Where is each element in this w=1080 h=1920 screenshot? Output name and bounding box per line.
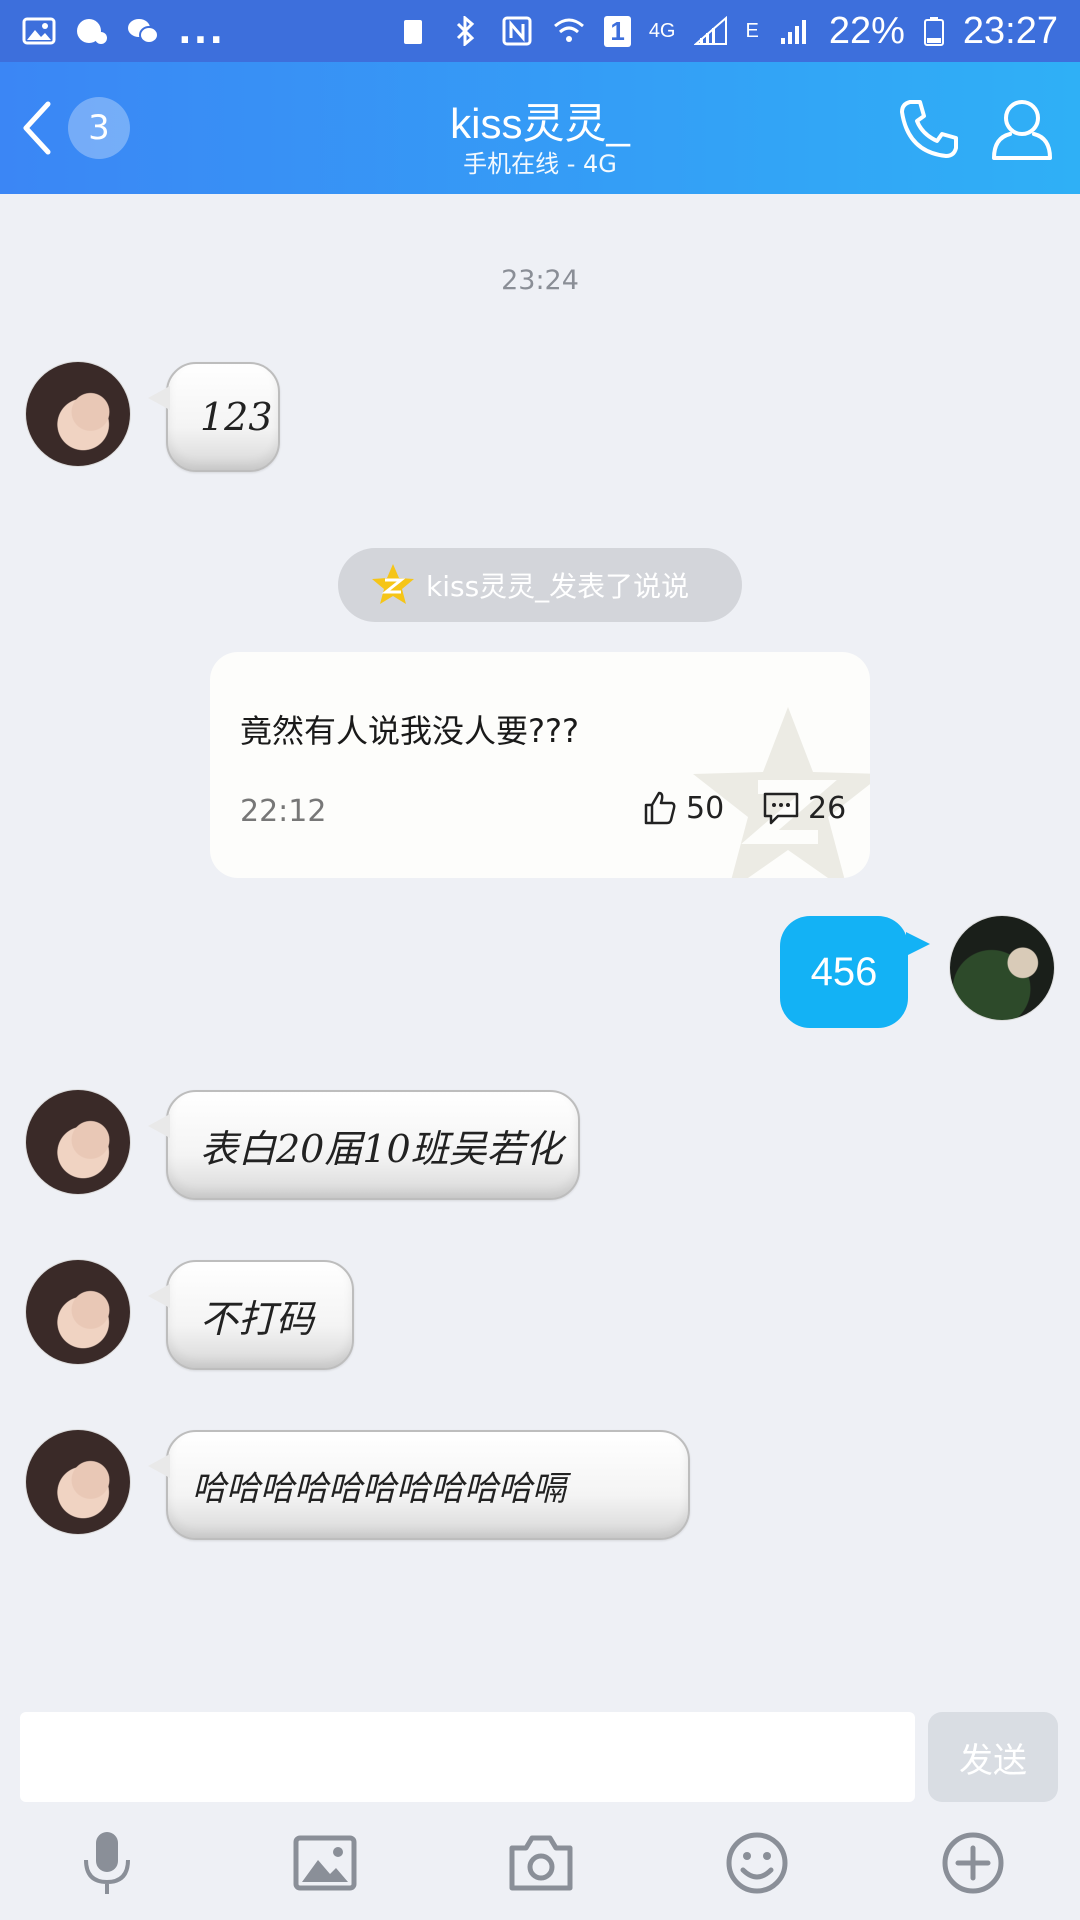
contact-avatar[interactable] (26, 362, 130, 466)
message-text: 456 (810, 949, 878, 994)
more-notifications: ... (178, 10, 226, 52)
camera-icon[interactable] (508, 1830, 574, 1896)
comment-count: 26 (808, 790, 847, 826)
wechat-notification-icon (128, 19, 159, 44)
send-button[interactable]: 发送 (928, 1712, 1058, 1802)
signal-icon (693, 16, 727, 45)
my-avatar[interactable] (950, 916, 1054, 1020)
phone-call-icon[interactable] (896, 96, 962, 162)
message-text: 表白20届10班吴若化 (200, 1126, 563, 1171)
plus-icon[interactable] (940, 1830, 1006, 1896)
post-time: 22:12 (240, 794, 327, 829)
incoming-message-bubble[interactable]: 哈哈哈哈哈哈哈哈哈哈嗝 (148, 1430, 690, 1540)
input-toolbar (0, 1830, 1080, 1910)
wifi-icon (554, 18, 585, 42)
like-button[interactable]: 50 (642, 790, 724, 826)
message-input[interactable] (20, 1712, 915, 1802)
contact-avatar[interactable] (26, 1090, 130, 1194)
outgoing-message-bubble[interactable]: 456 (780, 916, 930, 1028)
contact-avatar[interactable] (26, 1430, 130, 1534)
incoming-message-bubble[interactable]: 不打码 (148, 1260, 354, 1370)
battery-percent: 22% (828, 9, 905, 52)
status-bar: ... 1 4G E 22% 23:27 (0, 0, 1080, 62)
profile-icon[interactable] (988, 94, 1056, 164)
sim-badge: 1 (604, 15, 631, 47)
notice-text: kiss灵灵_发表了说说 (426, 570, 690, 603)
message-text: 不打码 (200, 1296, 315, 1341)
chat-header: 3 kiss灵灵_ 手机在线 - 4G (0, 62, 1080, 194)
battery-icon (923, 17, 944, 46)
nfc-icon (502, 16, 532, 46)
app-notification-icon (77, 19, 107, 44)
emoji-icon[interactable] (724, 1830, 790, 1896)
message-text: 123 (200, 395, 273, 439)
message-text: 哈哈哈哈哈哈哈哈哈哈嗝 (192, 1468, 566, 1509)
battery-saver-icon (404, 20, 423, 44)
signal-2-icon (780, 20, 806, 44)
qzone-star-icon (372, 564, 414, 604)
incoming-message-bubble[interactable]: 123 (148, 362, 280, 472)
network-e-label: E (745, 19, 759, 42)
incoming-message-bubble[interactable]: 表白20届10班吴若化 (148, 1090, 580, 1200)
qzone-post-card[interactable]: 竟然有人说我没人要??? 22:12 50 26 (210, 652, 870, 878)
network-4g-label: 4G (648, 19, 676, 42)
clock: 23:27 (962, 9, 1058, 52)
message-timestamp: 23:24 (501, 265, 579, 296)
comment-button[interactable]: 26 (762, 790, 846, 826)
bluetooth-icon (457, 16, 475, 46)
contact-avatar[interactable] (26, 1260, 130, 1364)
image-icon[interactable] (292, 1830, 358, 1896)
like-count: 50 (686, 790, 725, 826)
comment-icon (763, 792, 799, 825)
post-text: 竟然有人说我没人要??? (240, 712, 579, 750)
thumbs-up-icon (644, 791, 676, 825)
gallery-notification-icon (22, 17, 56, 45)
qzone-post-notice[interactable]: kiss灵灵_发表了说说 (338, 548, 742, 622)
microphone-icon[interactable] (74, 1830, 140, 1896)
